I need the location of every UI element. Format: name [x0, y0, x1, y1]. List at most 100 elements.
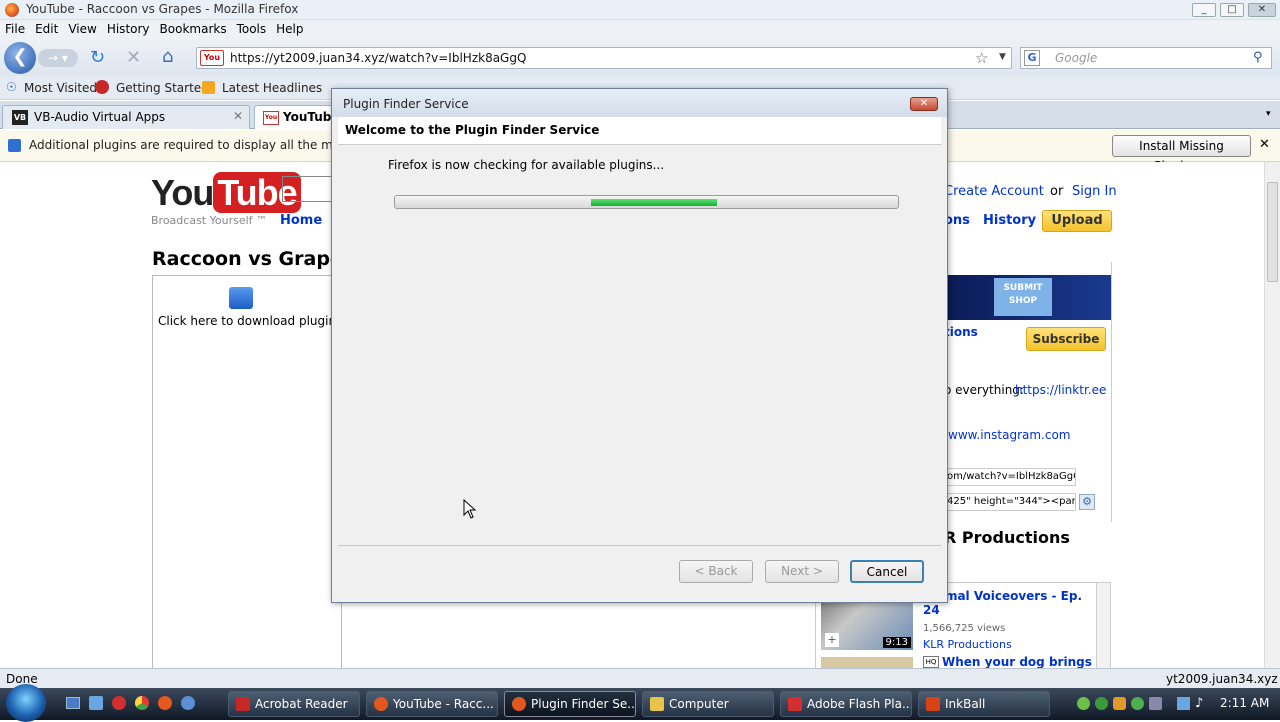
task-flash-player[interactable]: Adobe Flash Pla... — [780, 691, 912, 717]
home-link[interactable]: Home — [280, 213, 322, 228]
menu-edit[interactable]: Edit — [30, 20, 63, 38]
firefox-icon — [5, 3, 19, 17]
clock-text[interactable]: 2:11 AM — [1220, 696, 1269, 710]
inkball-icon — [926, 697, 940, 711]
url-dropdown-icon[interactable]: ▼ — [999, 52, 1006, 62]
plugin-icon — [8, 139, 21, 152]
progress-fill — [591, 199, 717, 206]
browser-quicklaunch-icon[interactable] — [181, 696, 195, 710]
related-title[interactable]: Animal Voiceovers - Ep. 24 — [923, 589, 1098, 617]
close-notification-icon[interactable]: ✕ — [1259, 137, 1270, 152]
menu-help[interactable]: Help — [271, 20, 308, 38]
dialog-title: Plugin Finder Service — [343, 97, 469, 111]
search-placeholder[interactable]: Google — [1055, 51, 1097, 65]
network-icon[interactable] — [1177, 697, 1190, 710]
rss-feed-icon — [202, 81, 215, 94]
dialog-header: Welcome to the Plugin Finder Service — [338, 117, 941, 145]
back-button[interactable]: ❮ — [4, 42, 36, 74]
tray-icon[interactable] — [1131, 697, 1144, 710]
scrollbar-thumb[interactable] — [1267, 182, 1278, 282]
url-text[interactable]: https://yt2009.juan34.xyz/watch?v=IblHzk… — [230, 51, 526, 65]
related-channel[interactable]: KLR Productions — [923, 638, 1012, 651]
volume-icon[interactable]: ♪ — [1195, 696, 1203, 711]
tray-icon[interactable] — [1077, 697, 1090, 710]
task-inkball[interactable]: InkBall — [918, 691, 1050, 717]
more-from-heading: R Productions — [944, 528, 1070, 547]
history-link[interactable]: History — [983, 213, 1036, 228]
maximize-button[interactable]: □ — [1220, 3, 1244, 17]
tab-close-icon[interactable]: ✕ — [233, 109, 243, 123]
task-computer[interactable]: Computer — [642, 691, 774, 717]
tray-icon[interactable] — [1149, 697, 1162, 710]
cancel-button[interactable]: Cancel — [850, 560, 924, 583]
install-missing-plugins-button[interactable]: Install Missing Plugins... — [1112, 135, 1251, 173]
tab-list-icon[interactable]: ▾ — [1266, 109, 1271, 119]
reload-icon[interactable]: ↻ — [90, 47, 105, 68]
youtube-favicon-icon: You — [263, 111, 279, 125]
menu-tools[interactable]: Tools — [232, 20, 272, 38]
add-to-quicklist-icon[interactable]: + — [825, 633, 839, 647]
dialog-divider — [338, 545, 941, 546]
window-switcher-icon[interactable] — [89, 696, 103, 710]
computer-icon — [650, 697, 664, 711]
tray-icon[interactable] — [1095, 697, 1108, 710]
checking-status-text: Firefox is now checking for available pl… — [388, 158, 665, 172]
tab-label: VB-Audio Virtual Apps — [34, 110, 166, 124]
bookmark-getting-started[interactable]: Getting Started — [116, 81, 209, 95]
mouse-cursor-icon — [463, 499, 477, 519]
bookmark-star-icon[interactable]: ☆ — [975, 49, 988, 67]
related-thumbnail[interactable] — [821, 657, 913, 668]
task-youtube[interactable]: YouTube - Racc... — [366, 691, 498, 717]
minimize-button[interactable]: _ — [1192, 3, 1216, 17]
opera-icon[interactable] — [112, 696, 126, 710]
site-favicon-icon: You — [200, 50, 224, 66]
next-button[interactable]: Next > — [765, 560, 839, 583]
menu-file[interactable]: File — [0, 20, 30, 38]
tagline: Broadcast Yourself ™ — [151, 214, 268, 227]
tray-icon[interactable] — [1113, 697, 1126, 710]
task-label: Adobe Flash Pla... — [807, 697, 912, 711]
getting-started-icon — [95, 80, 109, 94]
download-plugin-text[interactable]: Click here to download plugin. — [158, 314, 340, 328]
back-button[interactable]: < Back — [679, 560, 753, 583]
menu-view[interactable]: View — [63, 20, 101, 38]
dialog-titlebar: Plugin Finder Service ✕ — [332, 89, 947, 117]
related-scrollbar[interactable] — [1096, 583, 1110, 668]
related-title[interactable]: When your dog brings — [942, 655, 1092, 668]
task-plugin-finder[interactable]: Plugin Finder Se... — [504, 691, 636, 717]
menu-bookmarks[interactable]: Bookmarks — [155, 20, 232, 38]
search-box[interactable]: G Google ⚲ — [1020, 47, 1272, 69]
sign-in-link[interactable]: Sign In — [1072, 184, 1117, 199]
hq-badge-icon: HQ — [923, 656, 939, 668]
task-label: Plugin Finder Se... — [531, 697, 636, 711]
google-engine-icon[interactable]: G — [1024, 50, 1040, 66]
url-bar[interactable]: You https://yt2009.juan34.xyz/watch?v=Ib… — [196, 47, 1012, 69]
home-icon[interactable]: ⌂ — [162, 46, 173, 67]
dialog-close-button[interactable]: ✕ — [910, 97, 938, 111]
menu-history[interactable]: History — [102, 20, 155, 38]
upload-button[interactable]: Upload — [1042, 210, 1112, 232]
firefox-icon — [512, 697, 526, 711]
show-desktop-icon[interactable] — [66, 697, 80, 709]
firefox-quicklaunch-icon[interactable] — [158, 696, 172, 710]
plugin-finder-dialog: Plugin Finder Service ✕ Welcome to the P… — [331, 88, 948, 603]
stop-icon[interactable]: ✕ — [126, 47, 141, 68]
menubar: File Edit View History Bookmarks Tools Help — [0, 20, 1280, 40]
forward-button[interactable]: → ▾ — [38, 49, 78, 67]
start-button[interactable] — [6, 684, 46, 722]
bookmark-most-visited[interactable]: Most Visited — [24, 81, 97, 95]
youtube-logo[interactable]: You Tube — [151, 172, 301, 214]
create-account-link[interactable]: Create Account — [944, 184, 1044, 199]
chrome-icon[interactable] — [135, 696, 149, 710]
task-label: InkBall — [945, 697, 986, 711]
close-window-button[interactable]: ✕ — [1248, 3, 1276, 17]
task-acrobat[interactable]: Acrobat Reader — [228, 691, 360, 717]
page-scrollbar[interactable] — [1264, 162, 1280, 668]
video-player-area[interactable]: Click here to download plugin. — [152, 275, 342, 668]
plugin-block-icon[interactable] — [229, 287, 253, 309]
most-visited-icon: ☉ — [6, 80, 17, 94]
tab-vb-audio[interactable]: VB VB-Audio Virtual Apps ✕ — [2, 105, 250, 129]
status-domain: yt2009.juan34.xyz — [1166, 672, 1278, 686]
bookmark-latest-headlines[interactable]: Latest Headlines — [222, 81, 322, 95]
search-icon[interactable]: ⚲ — [1253, 50, 1263, 65]
